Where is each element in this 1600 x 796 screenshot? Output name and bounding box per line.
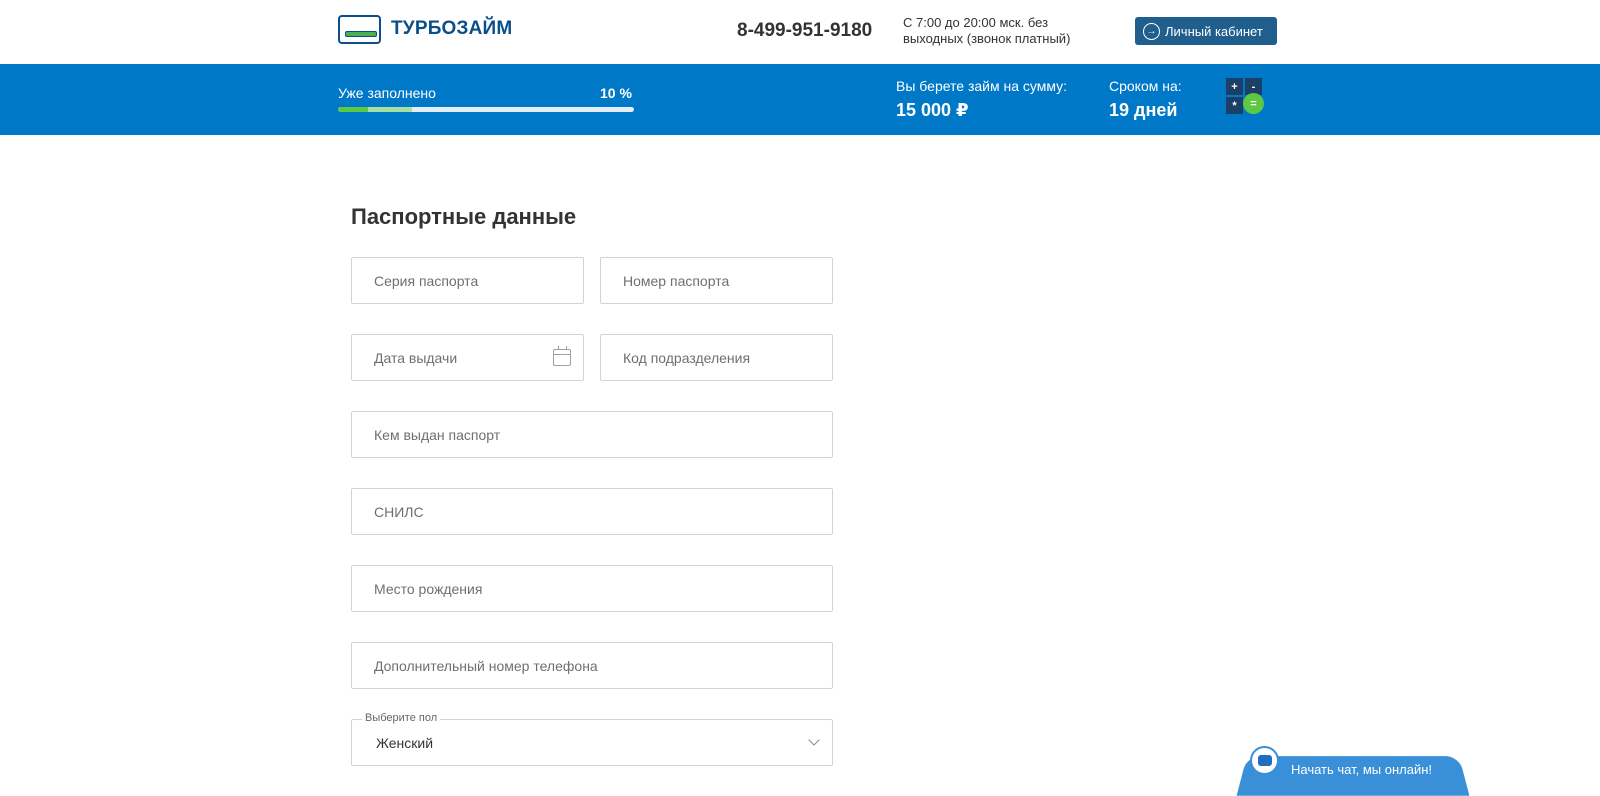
issued-by-field[interactable] — [351, 411, 833, 458]
passport-number-input[interactable] — [601, 258, 832, 303]
form-title: Паспортные данные — [351, 204, 577, 229]
division-code-input[interactable] — [601, 335, 832, 380]
chevron-down-icon — [808, 734, 820, 746]
birth-place-input[interactable] — [352, 566, 832, 611]
gender-select[interactable]: Выберите пол Женский — [351, 712, 833, 766]
loan-amount-value: 15 000 ₽ — [896, 100, 969, 120]
calc-equals-icon: = — [1243, 93, 1264, 114]
progress-track — [338, 107, 634, 112]
snils-input[interactable] — [352, 489, 832, 534]
gender-select-value: Женский — [376, 735, 434, 751]
progress-fill-secondary — [367, 107, 412, 112]
progress-percent: 10 % — [600, 85, 632, 101]
loan-amount-label: Вы берете займ на сумму: — [896, 78, 1068, 94]
loan-term-label: Сроком на: — [1109, 78, 1182, 94]
chat-widget-label[interactable]: Начать чат, мы онлайн! — [1291, 762, 1432, 777]
passport-number-field[interactable] — [600, 257, 833, 304]
loan-summary-bar: Уже заполнено 10 % Вы берете займ на сум… — [0, 64, 1600, 135]
login-icon: → — [1143, 22, 1160, 40]
personal-cabinet-button[interactable]: → Личный кабинет — [1135, 17, 1277, 45]
calendar-icon[interactable] — [553, 346, 571, 366]
personal-cabinet-label: Личный кабинет — [1165, 23, 1263, 39]
gender-select-legend: Выберите пол — [362, 712, 441, 724]
progress-fill — [338, 107, 368, 112]
snils-field[interactable] — [351, 488, 833, 535]
passport-series-field[interactable] — [351, 257, 584, 304]
chat-bubble-icon[interactable] — [1250, 746, 1279, 775]
loan-term-value: 19 дней — [1109, 100, 1178, 120]
issue-date-input[interactable] — [352, 335, 583, 380]
calc-multiply-icon: * — [1226, 97, 1243, 114]
extra-phone-input[interactable] — [352, 643, 832, 688]
issue-date-field[interactable] — [351, 334, 584, 381]
phone-number[interactable]: 8-499-951-9180 — [737, 20, 872, 42]
logo-icon — [338, 14, 381, 44]
progress-label: Уже заполнено — [338, 85, 436, 101]
calc-plus-icon: + — [1226, 78, 1243, 95]
working-hours: С 7:00 до 20:00 мск. без выходных (звоно… — [903, 15, 1071, 46]
passport-series-input[interactable] — [352, 258, 583, 303]
issued-by-input[interactable] — [352, 412, 832, 457]
logo[interactable]: ТУРБОЗАЙМ — [338, 14, 512, 44]
calculator-button[interactable]: + - * = — [1226, 78, 1266, 114]
extra-phone-field[interactable] — [351, 642, 833, 689]
division-code-field[interactable] — [600, 334, 833, 381]
site-header: ТУРБОЗАЙМ 8-499-951-9180 С 7:00 до 20:00… — [0, 0, 1600, 64]
logo-text: ТУРБОЗАЙМ — [391, 18, 513, 39]
birth-place-field[interactable] — [351, 565, 833, 612]
